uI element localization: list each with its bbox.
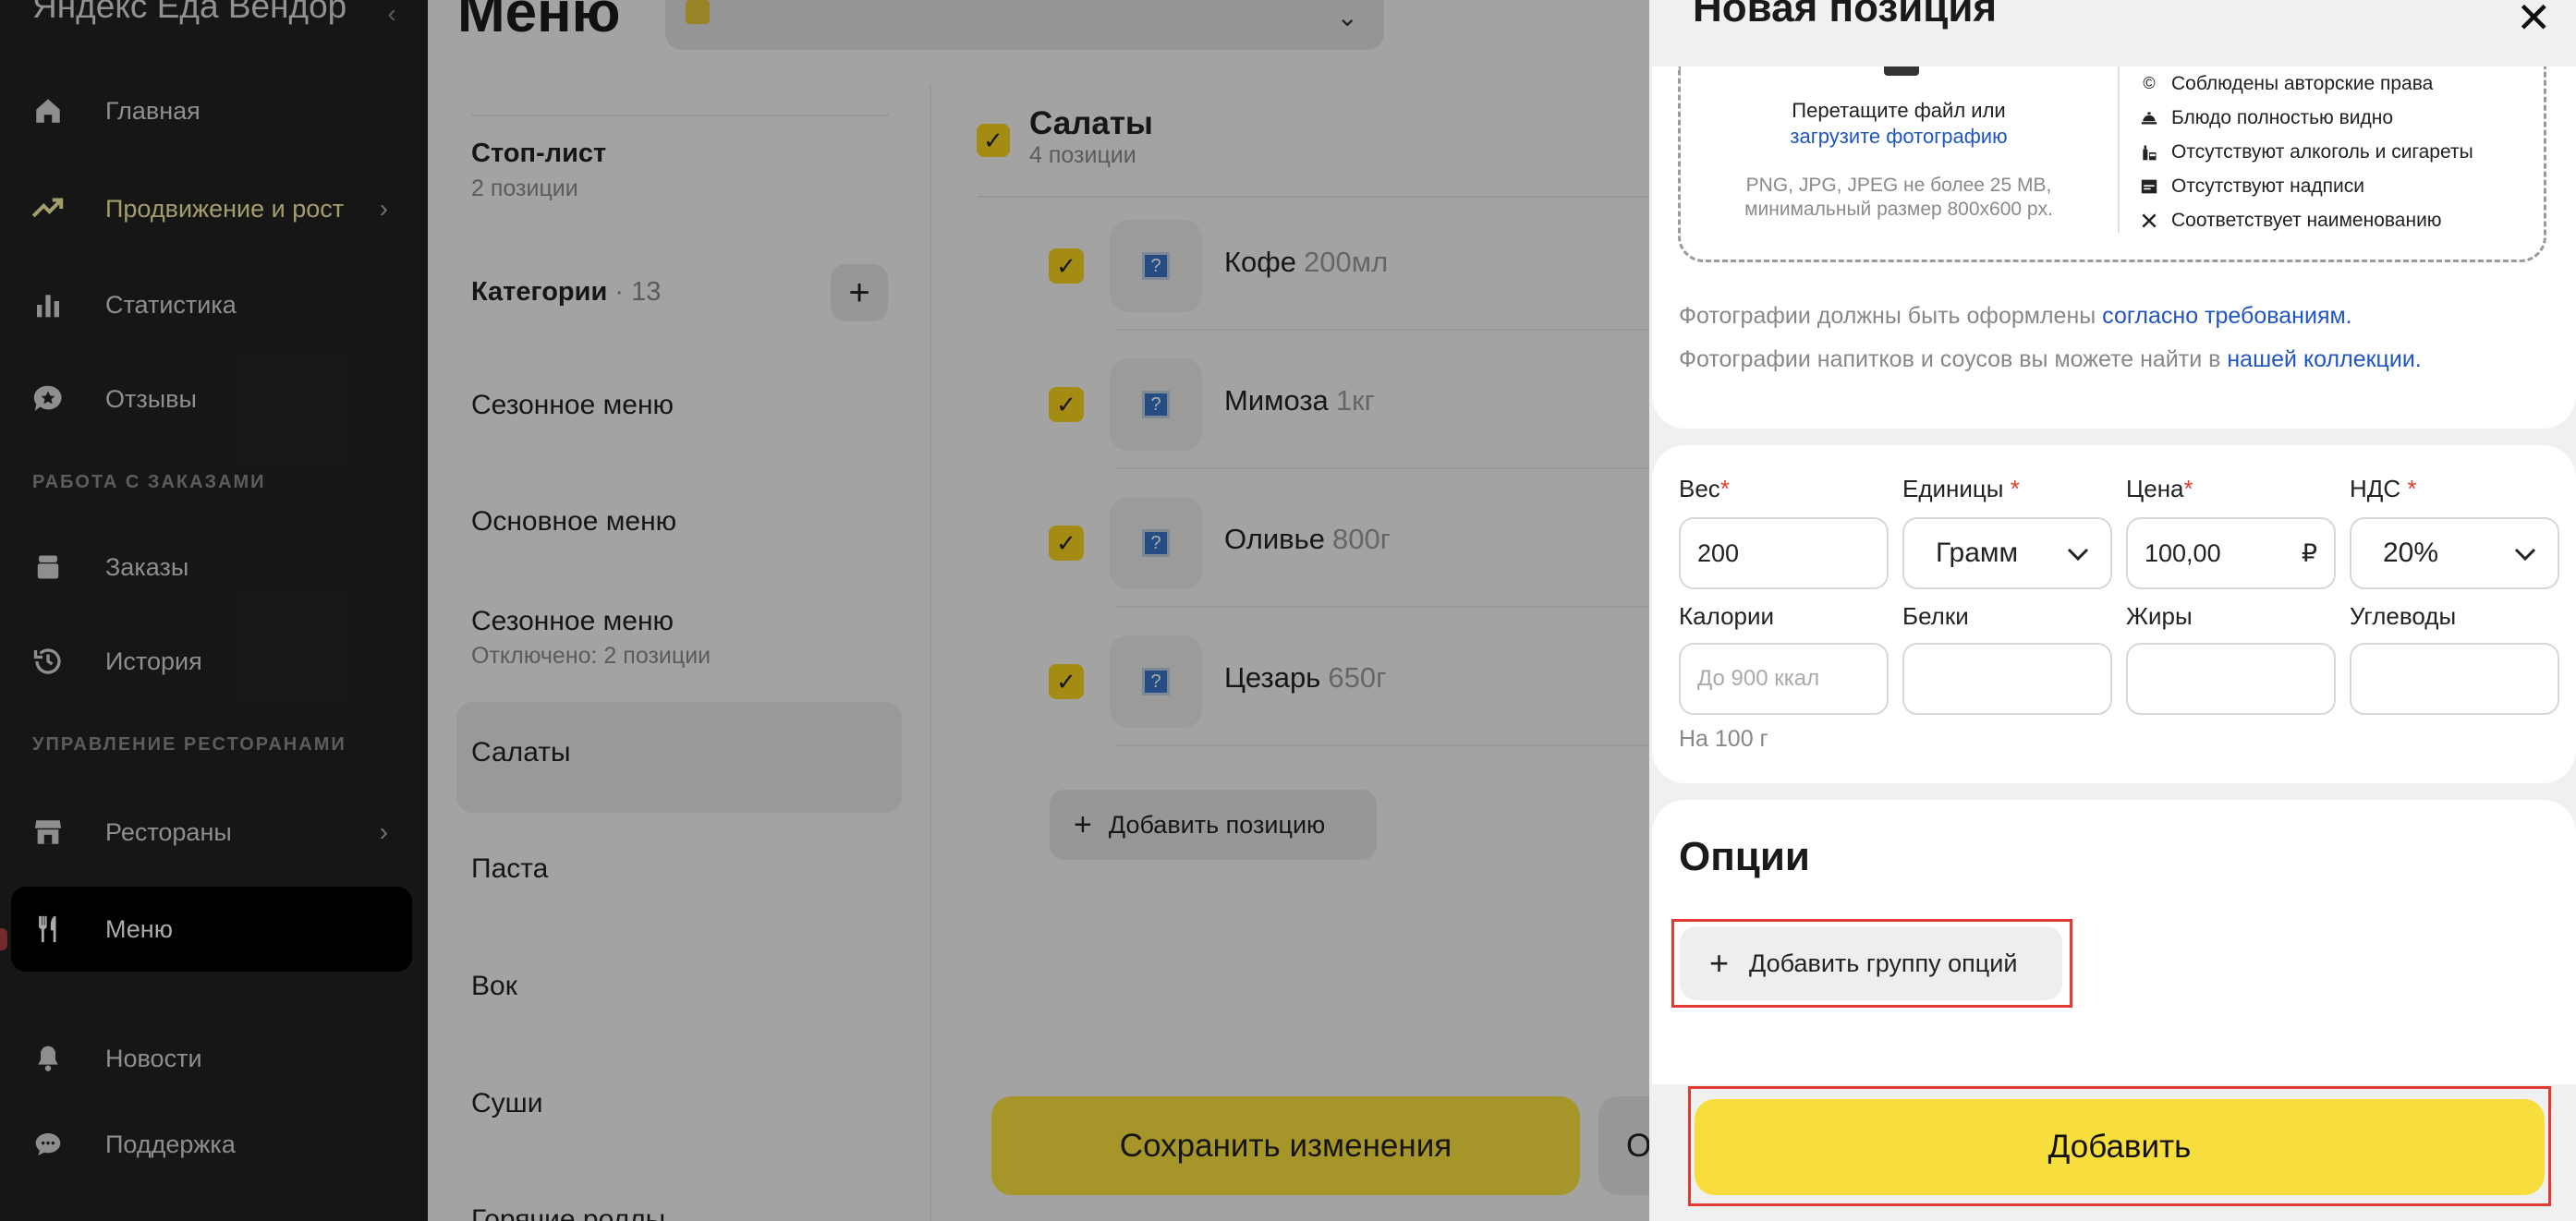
- requirement-label: Отсутствуют алкоголь и сигареты: [2171, 140, 2473, 163]
- upload-hint: PNG, JPG, JPEG не более 25 MB, минимальн…: [1714, 174, 2084, 222]
- weight-label: Вес*: [1679, 475, 1730, 503]
- carbs-label: Углеводы: [2350, 602, 2457, 630]
- upload-text: Перетащите файл или: [1792, 99, 2006, 122]
- price-label-text: Цена: [2126, 475, 2184, 502]
- requirement-item: Отсутствуют алкоголь и сигареты: [2140, 135, 2473, 169]
- requirement-label: Соответствует наименованию: [2171, 209, 2442, 231]
- unit-select[interactable]: Грамм: [1902, 517, 2112, 589]
- upload-photo-link[interactable]: загрузите фотографию: [1714, 124, 2084, 150]
- upload-hint-line: PNG, JPG, JPEG не более 25 MB,: [1745, 175, 2052, 196]
- required-mark: *: [2407, 475, 2417, 502]
- requirement-item: Отсутствуют надписи: [2140, 169, 2473, 203]
- utensils-icon: [2140, 212, 2158, 230]
- upload-icon: [1884, 66, 1919, 76]
- chevron-down-icon: [2066, 538, 2090, 569]
- price-input[interactable]: 100,00 ₽: [2126, 517, 2336, 589]
- requirements-link[interactable]: согласно требованиям.: [2102, 303, 2351, 329]
- no-alcohol-icon: [2140, 143, 2158, 162]
- requirement-label: Блюдо полностью видно: [2171, 106, 2394, 128]
- fat-input[interactable]: [2126, 643, 2336, 715]
- unit-label: Единицы *: [1902, 475, 2020, 503]
- divider: [2118, 66, 2120, 233]
- ruble-sign: ₽: [2301, 538, 2317, 567]
- vat-label: НДС *: [2350, 475, 2417, 503]
- carbs-input[interactable]: [2350, 643, 2559, 715]
- no-text-icon: [2140, 177, 2158, 196]
- photo-collection-note: Фотографии напитков и соусов вы можете н…: [1679, 346, 2422, 373]
- weight-input[interactable]: 200: [1679, 517, 1889, 589]
- per-100g-note: На 100 г: [1679, 726, 1768, 752]
- requirement-item: © Соблюдены авторские права: [2140, 66, 2473, 101]
- photo-requirements-note: Фотографии должны быть оформлены согласн…: [1679, 303, 2352, 330]
- requirement-item: Блюдо полностью видно: [2140, 101, 2473, 135]
- upload-hint-line: минимальный размер 800x600 px.: [1744, 199, 2053, 220]
- vat-select[interactable]: 20%: [2350, 517, 2559, 589]
- photo-requirements-list: © Соблюдены авторские права Блюдо полнос…: [2140, 66, 2473, 237]
- copyright-icon: ©: [2143, 74, 2156, 92]
- price-value: 100,00: [2145, 538, 2221, 567]
- drawer-title: Новая позиция: [1693, 0, 1998, 30]
- vat-label-text: НДС: [2350, 475, 2401, 502]
- dish-icon: [2140, 109, 2158, 127]
- fat-label: Жиры: [2126, 602, 2193, 630]
- upload-instructions: Перетащите файл или загрузите фотографию: [1714, 98, 2084, 150]
- unit-value: Грамм: [1936, 538, 2019, 568]
- weight-label-text: Вес: [1679, 475, 1720, 502]
- required-mark: *: [2183, 475, 2193, 502]
- required-mark: *: [2010, 475, 2020, 502]
- note-text: Фотографии напитков и соусов вы можете н…: [1679, 346, 2228, 372]
- calories-input[interactable]: До 900 ккал: [1679, 643, 1889, 715]
- unit-label-text: Единицы: [1902, 475, 2004, 502]
- protein-label: Белки: [1902, 602, 1969, 630]
- calories-placeholder: До 900 ккал: [1697, 666, 1820, 691]
- calories-label: Калории: [1679, 602, 1775, 630]
- note-text: Фотографии должны быть оформлены: [1679, 303, 2103, 329]
- requirement-item: Соответствует наименованию: [2140, 203, 2473, 237]
- required-mark: *: [1719, 475, 1730, 502]
- modal-backdrop[interactable]: [0, 0, 1649, 1221]
- highlight-box: [1671, 919, 2072, 1008]
- chevron-down-icon: [2513, 538, 2537, 569]
- vat-value: 20%: [2383, 538, 2439, 568]
- options-title: Опции: [1679, 834, 1810, 879]
- requirement-label: Отсутствуют надписи: [2171, 175, 2365, 197]
- price-label: Цена*: [2126, 475, 2193, 503]
- weight-value: 200: [1697, 538, 1740, 567]
- highlight-box: [1688, 1086, 2551, 1206]
- protein-input[interactable]: [1902, 643, 2112, 715]
- close-icon[interactable]: ✕: [2516, 0, 2552, 42]
- requirement-label: Соблюдены авторские права: [2171, 72, 2434, 94]
- collection-link[interactable]: нашей коллекции.: [2227, 346, 2421, 372]
